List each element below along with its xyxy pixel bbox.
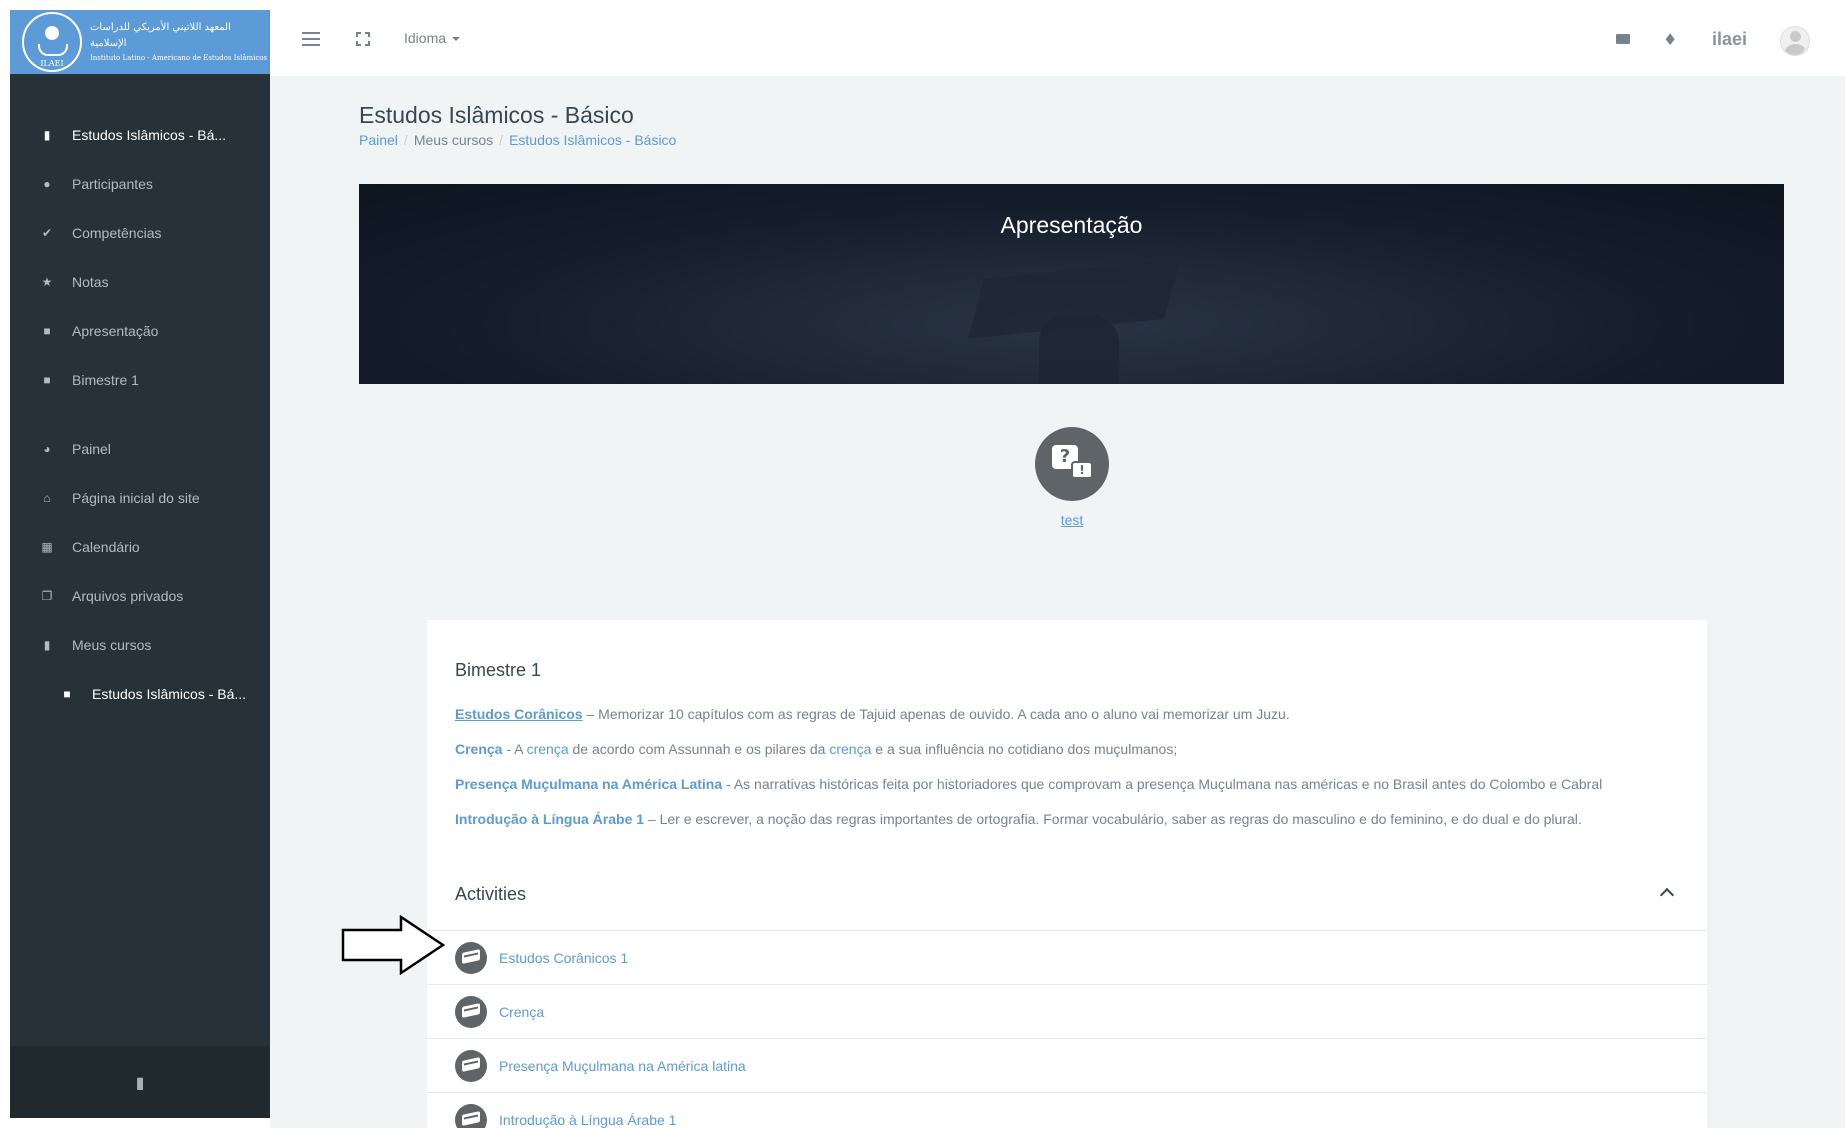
folder-icon: ■ (63, 686, 71, 701)
sidebar-nav: ▮ Estudos Islâmicos - Bá... ● Participan… (10, 110, 270, 718)
book-icon: ▮ (43, 127, 51, 142)
online-status-dot (1803, 49, 1809, 55)
sidebar-item-private-files[interactable]: ❐ Arquivos privados (10, 571, 270, 620)
description-line: Estudos Corânicos – Memorizar 10 capítul… (455, 706, 1290, 722)
messages-icon[interactable] (1616, 34, 1630, 44)
sidebar-item-label: Competências (72, 224, 162, 241)
sidebar-item-label: Notas (72, 273, 109, 290)
inline-link[interactable]: crença (527, 741, 569, 757)
banner-title: Apresentação (1000, 212, 1143, 238)
sidebar-item-label: Painel (72, 440, 111, 457)
sidebar-item-dashboard[interactable]: ◕ Painel (10, 424, 270, 473)
sidebar-item-my-courses[interactable]: ▮ Meus cursos (10, 620, 270, 669)
users-icon: ● (43, 176, 51, 191)
page-title: Estudos Islâmicos - Básico (359, 102, 634, 128)
sidebar-item-grades[interactable]: ★ Notas (10, 257, 270, 306)
folder-icon: ■ (43, 372, 51, 387)
sidebar-item-presentation[interactable]: ■ Apresentação (10, 306, 270, 355)
top-navbar: Idioma ♦ ilaei (270, 0, 1845, 76)
book-icon (455, 1049, 487, 1082)
logo-arabic-text: المعهد اللاتيني الأمريكي للدراسات الإسلا… (90, 22, 231, 49)
sidebar-item-label: Apresentação (72, 322, 159, 339)
caret-down-icon (452, 37, 461, 42)
description-line: Presença Muçulmana na América Latina - A… (455, 776, 1603, 792)
activity-row[interactable]: Introdução à Língua Árabe 1 (427, 1092, 1707, 1128)
sidebar-item-course[interactable]: ▮ Estudos Islâmicos - Bá... (10, 110, 270, 159)
activity-test-link[interactable]: test (1040, 512, 1104, 528)
fullscreen-icon[interactable] (356, 32, 370, 46)
sidebar-item-calendar[interactable]: ▦ Calendário (10, 522, 270, 571)
breadcrumb-dashboard[interactable]: Painel (359, 132, 398, 148)
forum-activity-icon[interactable]: ? ! (1035, 427, 1109, 501)
sidebar-item-home[interactable]: ⌂ Página inicial do site (10, 473, 270, 522)
description-line: Introdução à Língua Árabe 1 – Ler e escr… (455, 811, 1582, 827)
sidebar-footer-button[interactable]: ▮ (10, 1046, 270, 1118)
breadcrumb-course[interactable]: Estudos Islâmicos - Básico (509, 132, 676, 148)
activity-row[interactable]: Estudos Corânicos 1 (427, 930, 1707, 984)
section-title: Bimestre 1 (455, 660, 542, 680)
sidebar-item-label: Calendário (72, 538, 140, 555)
sidebar-item-label: Participantes (72, 175, 153, 192)
activity-row[interactable]: Crença (427, 984, 1707, 1038)
logo-emblem-icon: ILAEI (22, 12, 82, 72)
user-name[interactable]: ilaei (1712, 29, 1747, 50)
activities-heading: Activities (455, 884, 527, 904)
main-content: Estudos Islâmicos - Básico Painel / Meus c… (270, 76, 1845, 1128)
check-circle-icon: ✔ (41, 225, 53, 240)
chevron-up-icon[interactable] (1659, 887, 1675, 903)
book-icon (455, 941, 487, 974)
sidebar-item-course-sub[interactable]: ■ Estudos Islâmicos - Bá... (10, 669, 270, 718)
pointer-arrow-icon (341, 915, 445, 975)
sidebar-item-label: Arquivos privados (72, 587, 184, 604)
sidebar-item-label: Estudos Islâmicos - Bá... (92, 685, 247, 702)
sidebar-item-label: Página inicial do site (72, 489, 200, 506)
book-icon (455, 995, 487, 1028)
star-icon: ★ (41, 274, 53, 289)
book-icon (455, 1103, 487, 1128)
sidebar-item-label: Bimestre 1 (72, 371, 139, 388)
avatar[interactable] (1780, 26, 1810, 56)
sidebar-item-label: Estudos Islâmicos - Bá... (72, 126, 227, 143)
breadcrumb-my-courses: Meus cursos (413, 132, 494, 148)
menu-toggle-icon[interactable] (302, 32, 320, 46)
sidebar-item-bimestre[interactable]: ■ Bimestre 1 (10, 355, 270, 404)
dashboard-icon: ◕ (43, 441, 51, 456)
section-card: Bimestre 1 Estudos Corânicos – Memorizar… (427, 620, 1707, 1128)
folder-icon: ■ (43, 323, 51, 338)
home-icon: ⌂ (43, 490, 51, 505)
activity-link[interactable]: Crença (499, 1004, 544, 1020)
logo-latin-text: Instituto Latino - Americano de Estudos … (90, 54, 268, 62)
files-icon: ❐ (41, 588, 53, 603)
calendar-icon: ▦ (41, 539, 53, 554)
book-icon: ▮ (43, 637, 51, 652)
sidebar: ILAEI المعهد اللاتيني الأمريكي للدراسات … (10, 10, 270, 1118)
activity-row[interactable]: Presença Muçulmana na América latina (427, 1038, 1707, 1092)
activity-link[interactable]: Introdução à Língua Árabe 1 (499, 1112, 676, 1128)
language-dropdown[interactable]: Idioma (404, 30, 461, 46)
activity-link[interactable]: Estudos Corânicos 1 (499, 950, 628, 966)
sidebar-item-competencies[interactable]: ✔ Competências (10, 208, 270, 257)
sidebar-item-participants[interactable]: ● Participantes (10, 159, 270, 208)
site-logo[interactable]: ILAEI المعهد اللاتيني الأمريكي للدراسات … (10, 10, 270, 74)
course-link[interactable]: Estudos Corânicos (455, 706, 583, 722)
book-icon: ▮ (135, 1072, 145, 1092)
bell-icon[interactable]: ♦ (1663, 30, 1677, 49)
sidebar-item-label: Meus cursos (72, 636, 152, 653)
description-line: Crença - A crença de acordo com Assunnah… (455, 741, 1178, 757)
inline-link[interactable]: crença (829, 741, 871, 757)
activity-link[interactable]: Presença Muçulmana na América latina (499, 1058, 746, 1074)
section-banner: Apresentação (359, 184, 1784, 384)
breadcrumb: Painel / Meus cursos / Estudos Islâmicos - B… (359, 132, 677, 148)
